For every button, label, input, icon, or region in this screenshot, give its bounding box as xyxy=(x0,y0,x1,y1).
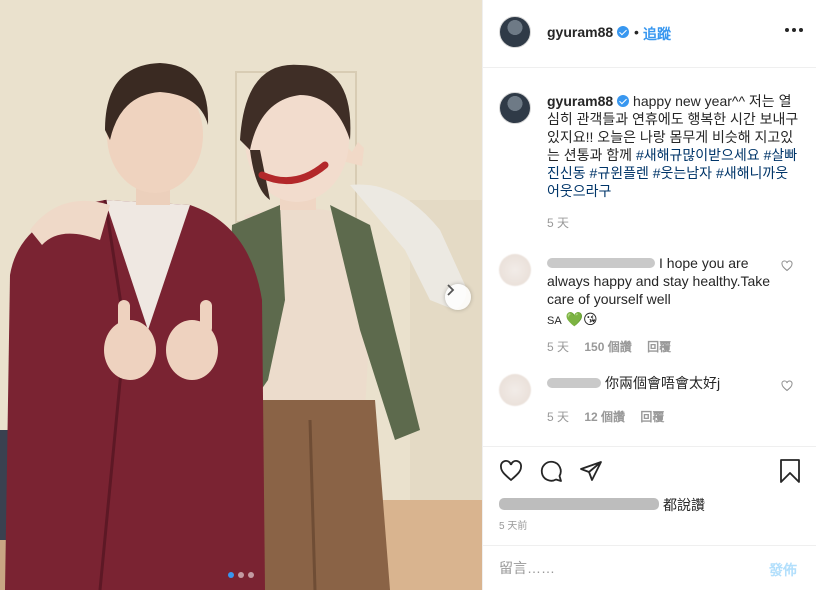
carousel-next-button[interactable] xyxy=(445,284,471,310)
more-options-icon[interactable] xyxy=(785,28,803,32)
carousel-dot xyxy=(238,572,244,578)
comment-icon xyxy=(540,460,562,482)
comment-suffix-text: SA xyxy=(547,315,562,327)
reply-button[interactable]: 回覆 xyxy=(640,410,664,424)
commenter-avatar[interactable] xyxy=(499,374,531,406)
hashtag-link[interactable]: #규윈플렌 xyxy=(590,165,649,181)
heart-icon[interactable] xyxy=(781,380,793,392)
username-link[interactable]: gyuram88 xyxy=(547,24,630,40)
avatar[interactable] xyxy=(499,16,531,48)
caption-time[interactable]: 5 天 xyxy=(547,214,569,231)
post-timestamp[interactable]: 5 天前 xyxy=(499,517,527,532)
carousel-dot xyxy=(228,572,234,578)
post-side-panel: gyuram88 • 追蹤 gyuram88 happy new year^^ … xyxy=(482,0,816,590)
reply-button[interactable]: 回覆 xyxy=(647,340,671,354)
heart-icon xyxy=(500,460,522,482)
save-button[interactable] xyxy=(779,459,801,488)
carousel-dot xyxy=(248,572,254,578)
avatar[interactable] xyxy=(499,92,531,124)
comment-likes[interactable]: 150 個讚 xyxy=(584,340,631,354)
share-button[interactable] xyxy=(579,459,603,488)
like-button[interactable] xyxy=(499,459,523,488)
emoji: 💚 xyxy=(565,311,584,327)
commenter-username-blurred[interactable] xyxy=(547,378,601,388)
post-header: gyuram88 • 追蹤 xyxy=(483,0,816,68)
commenter-avatar[interactable] xyxy=(499,254,531,286)
post-photo[interactable] xyxy=(0,0,482,590)
carousel-indicator xyxy=(228,572,254,578)
hashtag-link[interactable]: #웃는남자 xyxy=(653,165,712,181)
comment-time[interactable]: 5 天 xyxy=(547,410,569,424)
photo-illustration xyxy=(0,0,482,590)
verified-badge-icon xyxy=(617,95,630,107)
emoji: 😘 xyxy=(583,311,598,327)
caption-username[interactable]: gyuram88 xyxy=(547,93,630,109)
heart-icon[interactable] xyxy=(781,260,793,272)
verified-badge-icon xyxy=(617,26,630,38)
comment-meta: 5 天 12 個讚 回覆 xyxy=(547,408,676,425)
comment-likes[interactable]: 12 個讚 xyxy=(584,410,625,424)
commenter-username-blurred[interactable] xyxy=(547,258,655,268)
follow-button[interactable]: 追蹤 xyxy=(643,24,671,44)
likes-summary[interactable]: 都說讚 xyxy=(499,495,705,515)
comment-time[interactable]: 5 天 xyxy=(547,340,569,354)
share-icon xyxy=(580,461,602,481)
chevron-right-icon xyxy=(447,284,455,296)
caption-body: gyuram88 happy new year^^ 저는 열심히 관객들과 연휴… xyxy=(547,92,799,200)
likers-blurred[interactable] xyxy=(499,498,659,510)
likes-suffix: 都說讚 xyxy=(663,497,705,513)
bookmark-icon xyxy=(780,459,800,483)
comment-body: I hope you are always happy and stay hea… xyxy=(547,254,771,330)
comment-input[interactable] xyxy=(499,558,739,578)
hashtag-link[interactable]: #새해규많이받으세요 xyxy=(636,147,760,163)
comment-button[interactable] xyxy=(539,459,563,488)
instagram-post-modal: gyuram88 • 追蹤 gyuram88 happy new year^^ … xyxy=(0,0,816,590)
header-separator: • xyxy=(634,24,639,40)
comment-suffix: SA 💚😘 xyxy=(547,310,771,330)
comment-text: 你兩個會唔會太好j xyxy=(605,375,721,391)
action-icons xyxy=(499,459,603,488)
comment-body: 你兩個會唔會太好j xyxy=(547,374,771,392)
post-actions: 都說讚 5 天前 發佈 xyxy=(483,446,816,590)
add-comment-bar: 發佈 xyxy=(483,545,816,590)
post-comment-button[interactable]: 發佈 xyxy=(769,560,797,580)
username-text: gyuram88 xyxy=(547,24,614,40)
comment-meta: 5 天 150 個讚 回覆 xyxy=(547,338,683,355)
